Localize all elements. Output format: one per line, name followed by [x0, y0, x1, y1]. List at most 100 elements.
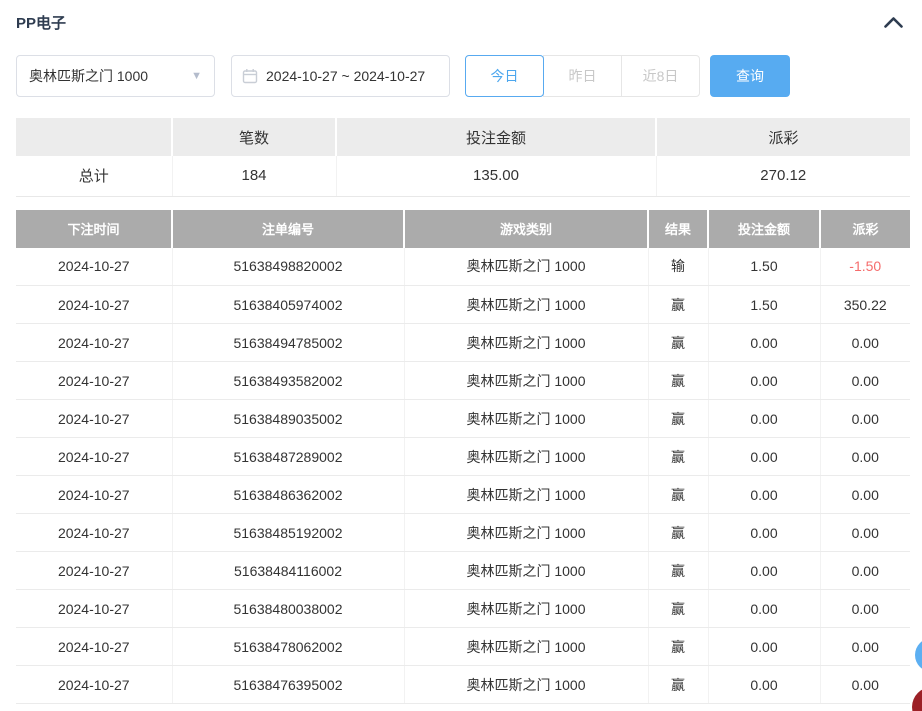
table-row: 2024-10-2751638498820002奥林匹斯之门 1000输1.50… [16, 248, 910, 286]
result-cell: 赢 [648, 362, 708, 400]
page-title: PP电子 [16, 12, 66, 33]
bet-time-cell: 2024-10-27 [16, 552, 172, 590]
quick-range-group: 今日昨日近8日 [465, 55, 700, 97]
table-row: 2024-10-2751638489035002奥林匹斯之门 1000赢0.00… [16, 400, 910, 438]
summary-payout: 270.12 [656, 156, 910, 196]
bets-header-cell-1: 注单编号 [172, 210, 404, 248]
result-cell: 赢 [648, 324, 708, 362]
bet-time-cell: 2024-10-27 [16, 590, 172, 628]
table-row: 2024-10-2751638487289002奥林匹斯之门 1000赢0.00… [16, 438, 910, 476]
bet-id-cell: 51638487289002 [172, 438, 404, 476]
summary-header-cell-1: 笔数 [172, 118, 336, 156]
game-type-cell: 奥林匹斯之门 1000 [404, 438, 648, 476]
floating-button-red[interactable] [912, 687, 922, 711]
bets-header-cell-0: 下注时间 [16, 210, 172, 248]
bet-id-cell: 51638486362002 [172, 476, 404, 514]
summary-header-row: 笔数投注金额派彩 [16, 118, 910, 156]
bet-time-cell: 2024-10-27 [16, 438, 172, 476]
summary-header-cell-0 [16, 118, 172, 156]
quick-range-button-0[interactable]: 今日 [465, 55, 544, 97]
payout-cell: 0.00 [820, 666, 910, 704]
table-row: 2024-10-2751638405974002奥林匹斯之门 1000赢1.50… [16, 286, 910, 324]
summary-count: 184 [172, 156, 336, 196]
result-cell: 赢 [648, 666, 708, 704]
bet-amount-cell: 0.00 [708, 362, 820, 400]
bet-id-cell: 51638489035002 [172, 400, 404, 438]
floating-button-blue[interactable] [915, 638, 922, 672]
panel-pp-electronics: PP电子 奥林匹斯之门 1000 ▼ 2024-10-27 ~ 2024-10-… [16, 0, 910, 704]
result-cell: 赢 [648, 552, 708, 590]
date-range-value: 2024-10-27 ~ 2024-10-27 [266, 68, 425, 84]
bet-time-cell: 2024-10-27 [16, 286, 172, 324]
bet-amount-cell: 0.00 [708, 438, 820, 476]
game-type-cell: 奥林匹斯之门 1000 [404, 476, 648, 514]
summary-total-label: 总计 [16, 156, 172, 196]
table-row: 2024-10-2751638493582002奥林匹斯之门 1000赢0.00… [16, 362, 910, 400]
summary-total-row: 总计 184 135.00 270.12 [16, 156, 910, 196]
bets-header-cell-4: 投注金额 [708, 210, 820, 248]
bets-header-cell-2: 游戏类别 [404, 210, 648, 248]
bets-header-cell-3: 结果 [648, 210, 708, 248]
game-type-cell: 奥林匹斯之门 1000 [404, 590, 648, 628]
bet-time-cell: 2024-10-27 [16, 400, 172, 438]
payout-cell: 0.00 [820, 628, 910, 666]
bet-time-cell: 2024-10-27 [16, 476, 172, 514]
bet-amount-cell: 1.50 [708, 286, 820, 324]
filter-bar: 奥林匹斯之门 1000 ▼ 2024-10-27 ~ 2024-10-27 今日… [16, 55, 910, 97]
bet-id-cell: 51638498820002 [172, 248, 404, 286]
quick-range-button-1[interactable]: 昨日 [543, 55, 622, 97]
bets-table: 下注时间注单编号游戏类别结果投注金额派彩 2024-10-27516384988… [16, 210, 910, 705]
payout-cell: 0.00 [820, 438, 910, 476]
table-row: 2024-10-2751638494785002奥林匹斯之门 1000赢0.00… [16, 324, 910, 362]
bet-id-cell: 51638480038002 [172, 590, 404, 628]
result-cell: 赢 [648, 628, 708, 666]
bet-amount-cell: 0.00 [708, 514, 820, 552]
game-select-value: 奥林匹斯之门 1000 [29, 66, 148, 86]
table-row: 2024-10-2751638484116002奥林匹斯之门 1000赢0.00… [16, 552, 910, 590]
game-type-cell: 奥林匹斯之门 1000 [404, 248, 648, 286]
chevron-down-icon: ▼ [191, 71, 202, 82]
bet-id-cell: 51638484116002 [172, 552, 404, 590]
panel-header: PP电子 [16, 0, 910, 31]
bet-amount-cell: 0.00 [708, 590, 820, 628]
payout-cell: 0.00 [820, 362, 910, 400]
result-cell: 赢 [648, 286, 708, 324]
collapse-panel-button[interactable] [879, 14, 908, 31]
date-range-picker[interactable]: 2024-10-27 ~ 2024-10-27 [231, 55, 450, 97]
bets-header-row: 下注时间注单编号游戏类别结果投注金额派彩 [16, 210, 910, 248]
game-select[interactable]: 奥林匹斯之门 1000 ▼ [16, 55, 215, 97]
table-row: 2024-10-2751638485192002奥林匹斯之门 1000赢0.00… [16, 514, 910, 552]
payout-cell: 0.00 [820, 400, 910, 438]
payout-cell: 0.00 [820, 590, 910, 628]
payout-cell: 0.00 [820, 476, 910, 514]
bet-amount-cell: 0.00 [708, 552, 820, 590]
bet-id-cell: 51638405974002 [172, 286, 404, 324]
summary-header-cell-2: 投注金额 [336, 118, 656, 156]
result-cell: 赢 [648, 400, 708, 438]
game-type-cell: 奥林匹斯之门 1000 [404, 666, 648, 704]
bet-amount-cell: 0.00 [708, 476, 820, 514]
game-type-cell: 奥林匹斯之门 1000 [404, 324, 648, 362]
query-button[interactable]: 查询 [710, 55, 790, 97]
result-cell: 赢 [648, 438, 708, 476]
result-cell: 赢 [648, 590, 708, 628]
table-row: 2024-10-2751638486362002奥林匹斯之门 1000赢0.00… [16, 476, 910, 514]
summary-bet-amount: 135.00 [336, 156, 656, 196]
result-cell: 输 [648, 248, 708, 286]
bets-header-cell-5: 派彩 [820, 210, 910, 248]
table-row: 2024-10-2751638478062002奥林匹斯之门 1000赢0.00… [16, 628, 910, 666]
bet-amount-cell: 0.00 [708, 400, 820, 438]
table-row: 2024-10-2751638480038002奥林匹斯之门 1000赢0.00… [16, 590, 910, 628]
payout-cell: 0.00 [820, 514, 910, 552]
summary-table: 笔数投注金额派彩 总计 184 135.00 270.12 [16, 118, 910, 197]
game-type-cell: 奥林匹斯之门 1000 [404, 400, 648, 438]
quick-range-button-2[interactable]: 近8日 [621, 55, 700, 97]
game-type-cell: 奥林匹斯之门 1000 [404, 286, 648, 324]
summary-header-cell-3: 派彩 [656, 118, 910, 156]
game-type-cell: 奥林匹斯之门 1000 [404, 362, 648, 400]
bet-amount-cell: 0.00 [708, 666, 820, 704]
table-row: 2024-10-2751638476395002奥林匹斯之门 1000赢0.00… [16, 666, 910, 704]
game-type-cell: 奥林匹斯之门 1000 [404, 514, 648, 552]
bet-id-cell: 51638485192002 [172, 514, 404, 552]
payout-cell: 0.00 [820, 552, 910, 590]
